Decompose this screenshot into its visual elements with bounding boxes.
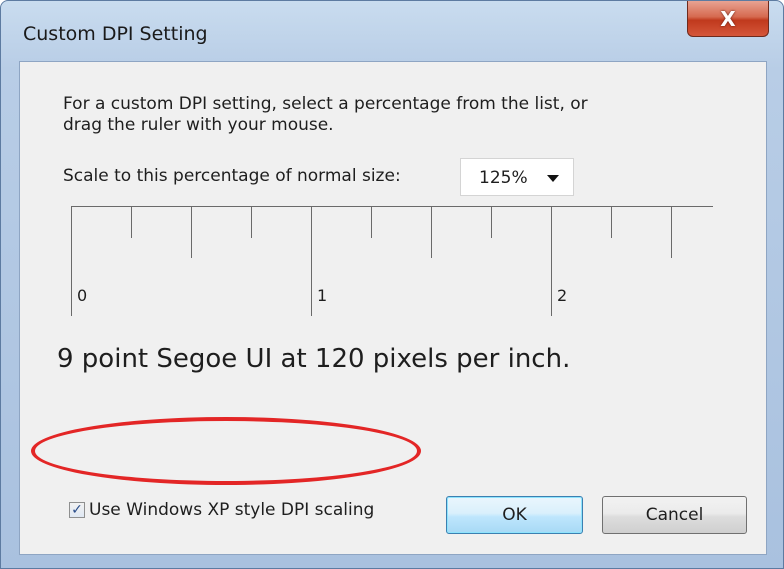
dpi-percentage-dropdown[interactable]: 125% bbox=[460, 158, 574, 196]
description-line-1: For a custom DPI setting, select a perce… bbox=[63, 94, 588, 114]
checkmark-icon: ✓ bbox=[71, 502, 83, 518]
description-text: For a custom DPI setting, select a perce… bbox=[63, 94, 683, 136]
dropdown-value: 125% bbox=[479, 168, 528, 188]
ruler-mid-tick bbox=[671, 206, 672, 258]
ruler-baseline bbox=[71, 206, 713, 207]
ok-button[interactable]: OK bbox=[446, 496, 583, 534]
scale-label: Scale to this percentage of normal size: bbox=[63, 166, 401, 186]
font-sample-text: 9 point Segoe UI at 120 pixels per inch. bbox=[57, 344, 571, 374]
ruler-mid-tick bbox=[191, 206, 192, 258]
ruler-minor-tick bbox=[251, 206, 252, 238]
ruler-minor-tick bbox=[131, 206, 132, 238]
xp-scaling-checkbox-row[interactable]: ✓ Use Windows XP style DPI scaling bbox=[69, 500, 374, 520]
dpi-ruler[interactable]: 0 1 2 bbox=[71, 206, 713, 316]
ruler-label-0: 0 bbox=[77, 286, 88, 305]
chevron-down-icon bbox=[547, 175, 559, 182]
xp-scaling-checkbox[interactable]: ✓ bbox=[69, 502, 85, 518]
close-button[interactable]: X bbox=[687, 1, 769, 37]
close-icon: X bbox=[720, 6, 736, 31]
ruler-minor-tick bbox=[611, 206, 612, 238]
cancel-button[interactable]: Cancel bbox=[602, 496, 747, 534]
ruler-mid-tick bbox=[431, 206, 432, 258]
ruler-minor-tick bbox=[371, 206, 372, 238]
ruler-minor-tick bbox=[491, 206, 492, 238]
dialog-window: Custom DPI Setting X For a custom DPI se… bbox=[0, 0, 784, 569]
ruler-label-1: 1 bbox=[317, 286, 328, 305]
dialog-client-area: For a custom DPI setting, select a perce… bbox=[19, 61, 767, 555]
xp-scaling-label[interactable]: Use Windows XP style DPI scaling bbox=[89, 500, 374, 520]
ruler-major-tick bbox=[311, 206, 312, 316]
annotation-highlight-ellipse bbox=[31, 417, 421, 485]
description-line-2: drag the ruler with your mouse. bbox=[63, 115, 334, 135]
ruler-label-2: 2 bbox=[557, 286, 568, 305]
ruler-major-tick bbox=[551, 206, 552, 316]
ruler-major-tick bbox=[71, 206, 72, 316]
window-title: Custom DPI Setting bbox=[23, 23, 208, 45]
